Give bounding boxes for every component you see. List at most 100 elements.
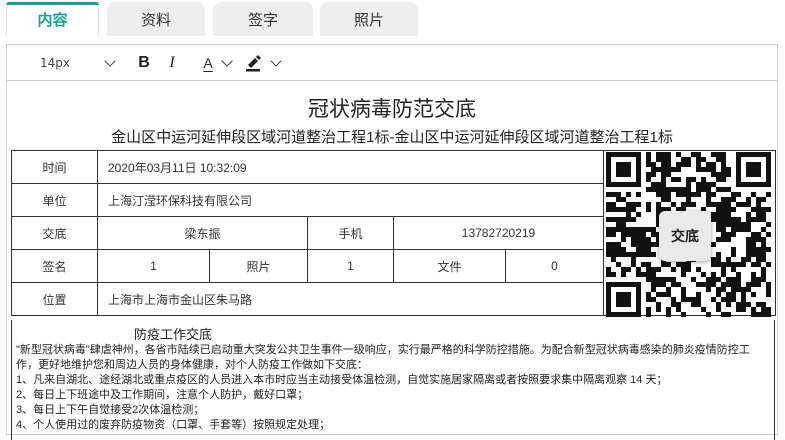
qr-module: [651, 227, 656, 232]
qr-module: [626, 212, 631, 217]
qr-module: [661, 192, 666, 197]
qr-module: [671, 267, 676, 272]
qr-module: [746, 202, 751, 207]
qr-module: [696, 157, 701, 162]
qr-module: [646, 152, 651, 157]
qr-module: [716, 207, 721, 212]
qr-module: [716, 152, 721, 157]
qr-module: [676, 177, 681, 182]
qr-module: [706, 287, 711, 292]
qr-module: [746, 217, 751, 222]
qr-module: [746, 227, 751, 232]
qr-module: [766, 292, 771, 297]
tab-materials[interactable]: 资料: [107, 2, 205, 36]
qr-module: [691, 152, 696, 157]
qr-module: [661, 277, 666, 282]
qr-module: [616, 207, 621, 212]
qr-module: [661, 177, 666, 182]
qr-module: [626, 207, 631, 212]
qr-module: [671, 282, 676, 287]
qr-module: [751, 277, 756, 282]
qr-module: [751, 247, 756, 252]
qr-module: [731, 232, 736, 237]
qr-module: [721, 197, 726, 202]
qr-module: [746, 212, 751, 217]
qr-module: [646, 242, 651, 247]
qr-module: [716, 262, 721, 267]
qr-module: [651, 187, 656, 192]
qr-module: [706, 312, 711, 317]
qr-badge[interactable]: 交底: [659, 211, 711, 261]
font-size-select[interactable]: 14px: [27, 45, 127, 80]
qr-module: [716, 172, 721, 177]
qr-module: [766, 312, 771, 317]
italic-button[interactable]: I: [161, 45, 183, 80]
photo-label: 照片: [209, 249, 308, 283]
tab-photos[interactable]: 照片: [320, 2, 418, 36]
qr-module: [716, 157, 721, 162]
bold-icon: B: [138, 53, 150, 71]
qr-module: [711, 212, 716, 217]
rich-text-editor: 14px B I A 冠状病毒防范交底 金山区中运河延伸段区域河道整治工程1标-…: [6, 44, 778, 440]
qr-module: [761, 267, 766, 272]
qr-module: [681, 312, 686, 317]
qr-module: [621, 247, 626, 252]
qr-module: [726, 212, 731, 217]
qr-module: [646, 172, 651, 177]
qr-module: [741, 202, 746, 207]
qr-module: [701, 187, 706, 192]
qr-module: [606, 247, 611, 252]
qr-module: [716, 307, 721, 312]
qr-module: [736, 217, 741, 222]
qr-module: [731, 207, 736, 212]
qr-module: [646, 312, 651, 317]
qr-module: [701, 167, 706, 172]
tab-signature[interactable]: 签字: [213, 2, 313, 36]
qr-module: [666, 197, 671, 202]
qr-module: [661, 292, 666, 297]
qr-module: [726, 302, 731, 307]
qr-module: [736, 262, 741, 267]
qr-module: [636, 212, 641, 217]
notice-paragraph: 1、凡来自湖北、途经湖北或重点疫区的人员进入本市时应当主动接受体温检测，自觉实施…: [16, 374, 668, 386]
qr-module: [656, 302, 661, 307]
qr-module: [656, 307, 661, 312]
qr-module: [696, 302, 701, 307]
qr-module: [646, 207, 651, 212]
unit-value: 上海汀滢环保科技有限公司: [97, 183, 604, 217]
qr-module: [721, 297, 726, 302]
qr-module: [646, 157, 651, 162]
file-value: 0: [505, 249, 604, 283]
qr-module: [721, 312, 726, 317]
qr-module: [676, 162, 681, 167]
phone-label: 手机: [307, 216, 394, 250]
qr-module: [641, 237, 646, 242]
qr-module: [661, 187, 666, 192]
qr-module: [731, 197, 736, 202]
qr-module: [736, 222, 741, 227]
qr-module: [716, 302, 721, 307]
qr-module: [611, 257, 616, 262]
font-color-button[interactable]: A: [197, 45, 237, 80]
qr-module: [641, 247, 646, 252]
font-color-icon: A: [203, 54, 213, 71]
qr-module: [736, 307, 741, 312]
qr-module: [731, 277, 736, 282]
qr-module: [661, 282, 666, 287]
qr-module: [751, 192, 756, 197]
qr-module: [681, 262, 686, 267]
qr-module: [676, 282, 681, 287]
qr-module: [636, 192, 641, 197]
qr-module: [646, 177, 651, 182]
qr-module: [606, 232, 611, 237]
qr-module: [721, 187, 726, 192]
qr-module: [681, 187, 686, 192]
highlight-color-button[interactable]: [241, 45, 283, 80]
qr-module: [736, 272, 741, 277]
bold-button[interactable]: B: [133, 45, 155, 80]
tab-content[interactable]: 内容: [6, 2, 99, 36]
qr-module: [766, 192, 771, 197]
qr-module: [746, 237, 751, 242]
qr-module: [726, 292, 731, 297]
qr-module: [746, 252, 751, 257]
